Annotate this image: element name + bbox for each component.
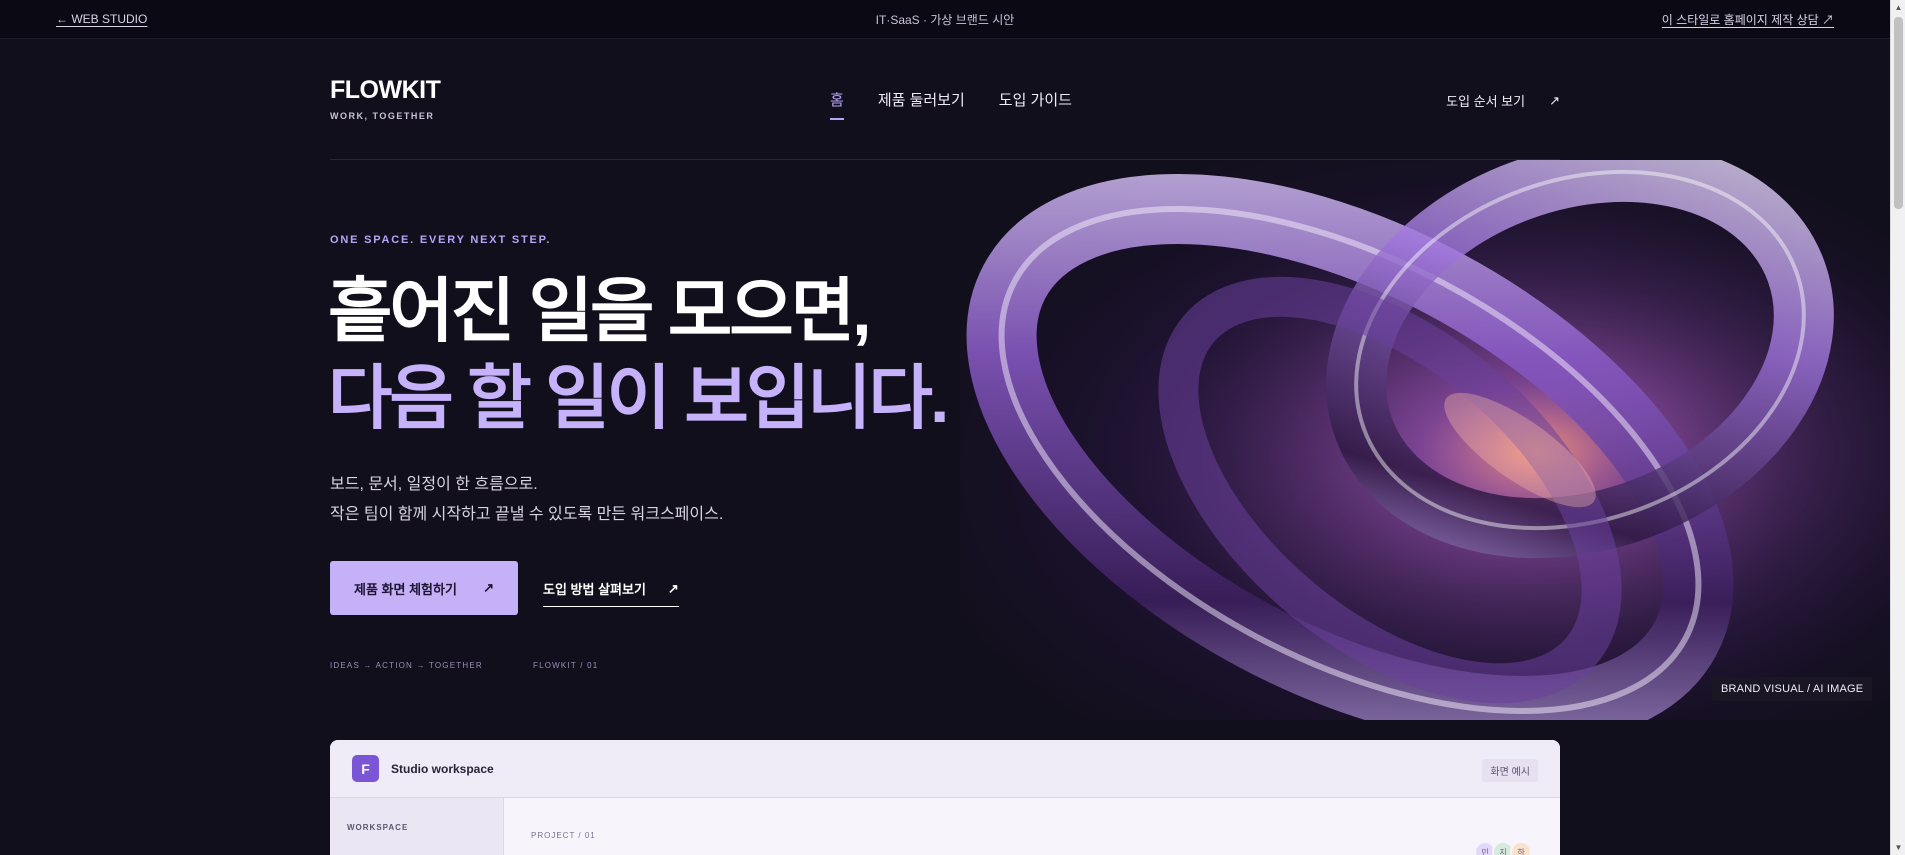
nav-item-guide[interactable]: 도입 가이드 bbox=[999, 89, 1072, 120]
adoption-method-link[interactable]: 도입 방법 살펴보기 ↗ bbox=[543, 579, 679, 607]
workspace-sidebar-label: WORKSPACE bbox=[347, 823, 409, 832]
try-product-label: 제품 화면 체험하기 bbox=[354, 581, 457, 597]
nav-item-products[interactable]: 제품 둘러보기 bbox=[878, 89, 965, 120]
adoption-method-label: 도입 방법 살펴보기 bbox=[543, 582, 646, 597]
brand-visual-badge: BRAND VISUAL / AI IMAGE bbox=[1712, 677, 1873, 701]
top-bar: ← WEB STUDIO IT·SaaS · 가상 브랜드 시안 이 스타일로 … bbox=[0, 0, 1890, 39]
lead-line-1: 보드, 문서, 일정이 한 흐름으로. bbox=[330, 476, 538, 493]
main-nav: 홈 제품 둘러보기 도입 가이드 bbox=[830, 89, 1072, 120]
lead-line-2: 작은 팀이 함께 시작하고 끝낼 수 있도록 만든 워크스페이스. bbox=[330, 506, 724, 523]
workspace-logo: F bbox=[352, 755, 379, 782]
workspace-title: Studio workspace bbox=[391, 761, 494, 776]
scroll-up-icon[interactable]: ▲ bbox=[1891, 0, 1905, 15]
hero-headline: 흩어진 일을 모으면, 다음 할 일이 보입니다. bbox=[328, 268, 949, 442]
flow-tagline: IDEAS → ACTION → TOGETHER bbox=[330, 661, 483, 670]
page-scrollbar[interactable]: ▲ ▼ bbox=[1890, 0, 1905, 855]
arrow-up-right-icon: ↗ bbox=[667, 580, 679, 596]
headline-line-1: 흩어진 일을 모으면, bbox=[328, 272, 872, 350]
scroll-down-icon[interactable]: ▼ bbox=[1891, 840, 1905, 855]
index-tagline: FLOWKIT / 01 bbox=[533, 661, 599, 670]
arrow-up-right-icon: ↗ bbox=[1549, 92, 1560, 108]
nav-item-home[interactable]: 홈 bbox=[830, 89, 844, 120]
scrollbar-thumb[interactable] bbox=[1894, 17, 1903, 209]
brand-visual-image bbox=[960, 160, 1890, 720]
glass-ribbon-illustration bbox=[960, 160, 1890, 720]
headline-line-2: 다음 할 일이 보입니다. bbox=[328, 359, 949, 437]
back-to-web-studio-link[interactable]: ← WEB STUDIO bbox=[56, 12, 147, 26]
brand-draft-label: IT·SaaS · 가상 브랜드 시안 bbox=[875, 12, 1015, 27]
header-cta-label: 도입 순서 보기 bbox=[1446, 94, 1526, 109]
logo-tagline: WORK, TOGETHER bbox=[330, 111, 435, 121]
logo-name: FLOWKIT bbox=[330, 76, 441, 104]
workspace-card-header: F Studio workspace 화면 예시 bbox=[330, 740, 1560, 798]
avatar[interactable]: 하 bbox=[1510, 841, 1532, 855]
workspace-sidebar: WORKSPACE bbox=[330, 798, 504, 855]
consult-link[interactable]: 이 스타일로 홈페이지 제작 상담 ↗ bbox=[1662, 11, 1834, 28]
hero-eyebrow: ONE SPACE. EVERY NEXT STEP. bbox=[330, 234, 552, 246]
try-product-button[interactable]: 제품 화면 체험하기 ↗ bbox=[330, 561, 518, 615]
workspace-preview-card: F Studio workspace 화면 예시 WORKSPACE PROJE… bbox=[330, 740, 1560, 855]
logo[interactable]: FLOWKIT WORK, TOGETHER bbox=[330, 76, 441, 121]
hero-lead: 보드, 문서, 일정이 한 흐름으로. 작은 팀이 함께 시작하고 끝낼 수 있… bbox=[330, 470, 723, 530]
view-adoption-steps-link[interactable]: 도입 순서 보기 ↗ bbox=[1446, 91, 1560, 110]
arrow-up-right-icon: ↗ bbox=[483, 580, 494, 595]
screen-example-badge: 화면 예시 bbox=[1482, 759, 1538, 782]
project-label: PROJECT / 01 bbox=[531, 831, 596, 840]
member-avatars: 민 지 하 bbox=[1474, 841, 1532, 855]
site-header: FLOWKIT WORK, TOGETHER 홈 제품 둘러보기 도입 가이드 … bbox=[330, 39, 1560, 160]
